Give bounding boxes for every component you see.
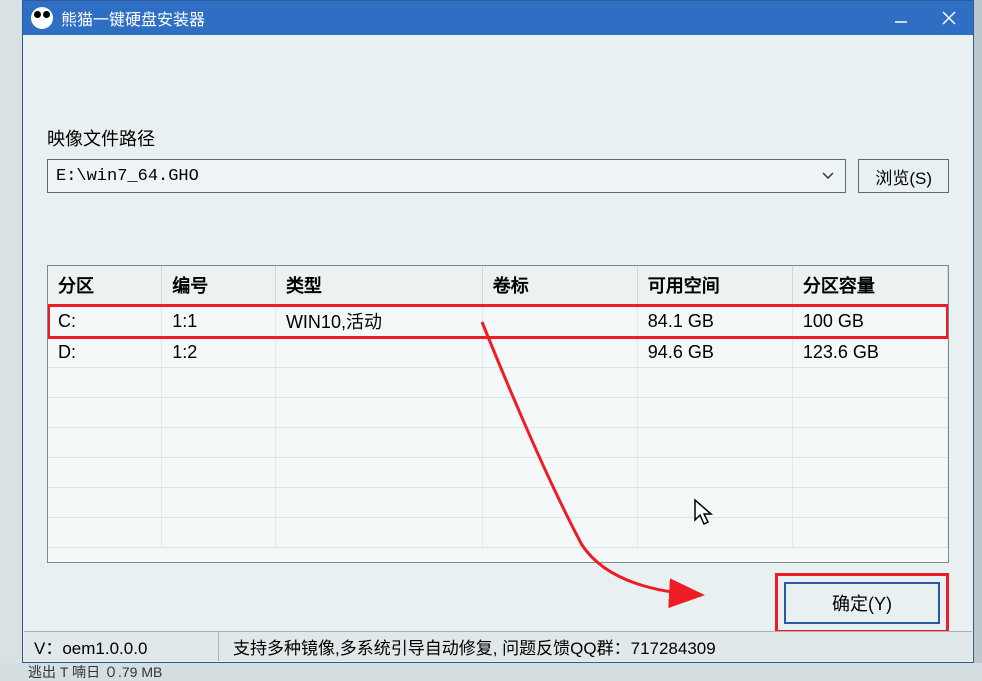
table-row[interactable]: . [48,428,948,458]
ok-button[interactable]: 确定(Y) [784,582,940,624]
minimize-button[interactable] [877,1,925,35]
image-path-combobox[interactable] [47,159,846,193]
panda-app-icon [31,7,53,29]
window-controls [877,1,973,35]
support-info: 支持多种镜像,多系统引导自动修复, 问题反馈QQ群：717284309 [219,632,972,661]
version-label: V：oem1.0.0.0 [24,632,219,661]
background-bottom-strip: 逃出 T 喃日 ０.79 MB [0,663,982,681]
header-type[interactable]: 类型 [275,266,482,305]
cell-partition: D: [48,338,162,368]
partition-table-container: 分区 编号 类型 卷标 可用空间 分区容量 C: 1:1 WIN10,活动 8 [47,265,949,563]
cell-number: 1:2 [162,338,276,368]
table-row[interactable]: C: 1:1 WIN10,活动 84.1 GB 100 GB [48,305,948,338]
image-path-label: 映像文件路径 [47,125,949,151]
cell-capacity: 123.6 GB [792,338,947,368]
cell-type [275,338,482,368]
background-left-strip [0,0,22,681]
content-area: 映像文件路径 浏览(S) 分区 编号 类型 卷标 可用空间 [23,35,973,633]
table-header-row: 分区 编号 类型 卷标 可用空间 分区容量 [48,266,948,305]
titlebar: 熊猫一键硬盘安装器 [23,1,973,35]
header-partition[interactable]: 分区 [48,266,162,305]
header-number[interactable]: 编号 [162,266,276,305]
cell-free: 84.1 GB [637,305,792,338]
table-row[interactable]: D: 1:2 94.6 GB 123.6 GB [48,338,948,368]
table-row[interactable]: . [48,458,948,488]
header-capacity[interactable]: 分区容量 [792,266,947,305]
table-row[interactable]: . [48,398,948,428]
table-row[interactable]: . [48,518,948,548]
header-volume[interactable]: 卷标 [482,266,637,305]
table-row[interactable]: . [48,368,948,398]
cell-partition: C: [48,305,162,338]
cell-number: 1:1 [162,305,276,338]
browse-button[interactable]: 浏览(S) [858,159,949,193]
cell-free: 94.6 GB [637,338,792,368]
partition-table: 分区 编号 类型 卷标 可用空间 分区容量 C: 1:1 WIN10,活动 8 [48,266,948,548]
status-bar: V：oem1.0.0.0 支持多种镜像,多系统引导自动修复, 问题反馈QQ群：7… [24,631,972,661]
cell-type: WIN10,活动 [275,305,482,338]
cell-volume [482,305,637,338]
image-path-input[interactable] [56,167,819,186]
window-title: 熊猫一键硬盘安装器 [61,6,205,30]
ok-button-row: 确定(Y) [47,573,949,633]
close-button[interactable] [925,1,973,35]
header-free[interactable]: 可用空间 [637,266,792,305]
ok-button-highlight: 确定(Y) [775,573,949,633]
cell-capacity: 100 GB [792,305,947,338]
cell-volume [482,338,637,368]
image-path-row: 浏览(S) [47,159,949,193]
table-row[interactable]: . [48,488,948,518]
chevron-down-icon[interactable] [819,169,837,183]
main-window: 熊猫一键硬盘安装器 映像文件路径 浏览(S) [22,0,974,663]
